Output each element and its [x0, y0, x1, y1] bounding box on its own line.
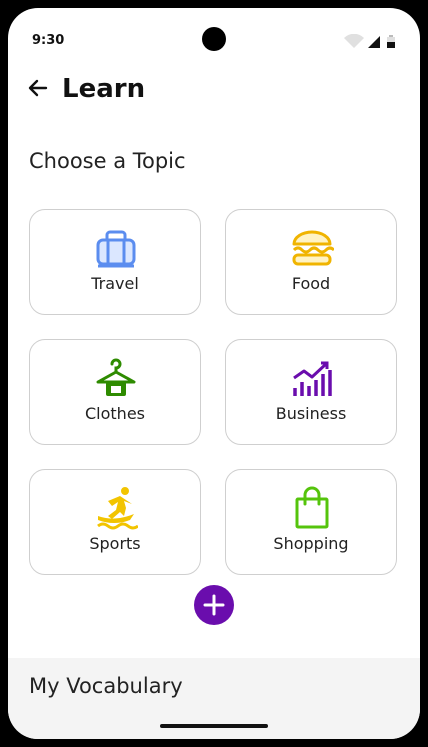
surfing-icon — [97, 487, 138, 530]
topic-label: Travel — [91, 274, 139, 293]
page-title: Learn — [62, 74, 146, 104]
burger-icon — [292, 230, 334, 266]
topic-card-shopping[interactable]: Shopping — [225, 469, 397, 575]
status-time: 9:30 — [32, 33, 65, 48]
topic-card-clothes[interactable]: Clothes — [29, 339, 201, 445]
back-arrow-icon[interactable] — [26, 76, 50, 100]
phone-frame: 9:30 Learn Choose a Topic Travel Food Cl… — [0, 0, 428, 747]
topic-label: Food — [291, 274, 331, 293]
wifi-icon — [344, 34, 364, 48]
topic-card-business[interactable]: Business — [225, 339, 397, 445]
battery-icon — [387, 35, 395, 48]
topic-label: Business — [275, 404, 347, 423]
app-screen: 9:30 Learn Choose a Topic Travel Food Cl… — [8, 8, 420, 739]
topic-label: Clothes — [85, 404, 145, 423]
home-indicator[interactable] — [160, 724, 268, 728]
system-icons — [344, 34, 395, 48]
hanger-icon — [96, 358, 136, 396]
app-bar: Learn — [8, 68, 420, 112]
topic-card-sports[interactable]: Sports — [29, 469, 201, 575]
section-heading: Choose a Topic — [29, 149, 186, 173]
topic-label: Sports — [89, 534, 141, 553]
plus-icon — [203, 594, 225, 616]
topic-card-travel[interactable]: Travel — [29, 209, 201, 315]
add-topic-button[interactable] — [194, 585, 234, 625]
chart-icon — [293, 361, 332, 396]
vocabulary-title: My Vocabulary — [29, 674, 183, 698]
front-camera — [202, 27, 226, 51]
topic-label: Shopping — [273, 534, 349, 553]
status-bar: 9:30 — [8, 8, 420, 68]
topic-card-food[interactable]: Food — [225, 209, 397, 315]
shopping-bag-icon — [295, 486, 329, 529]
vocabulary-panel[interactable]: My Vocabulary — [8, 658, 420, 739]
signal-icon — [368, 36, 380, 48]
luggage-icon — [96, 230, 136, 268]
